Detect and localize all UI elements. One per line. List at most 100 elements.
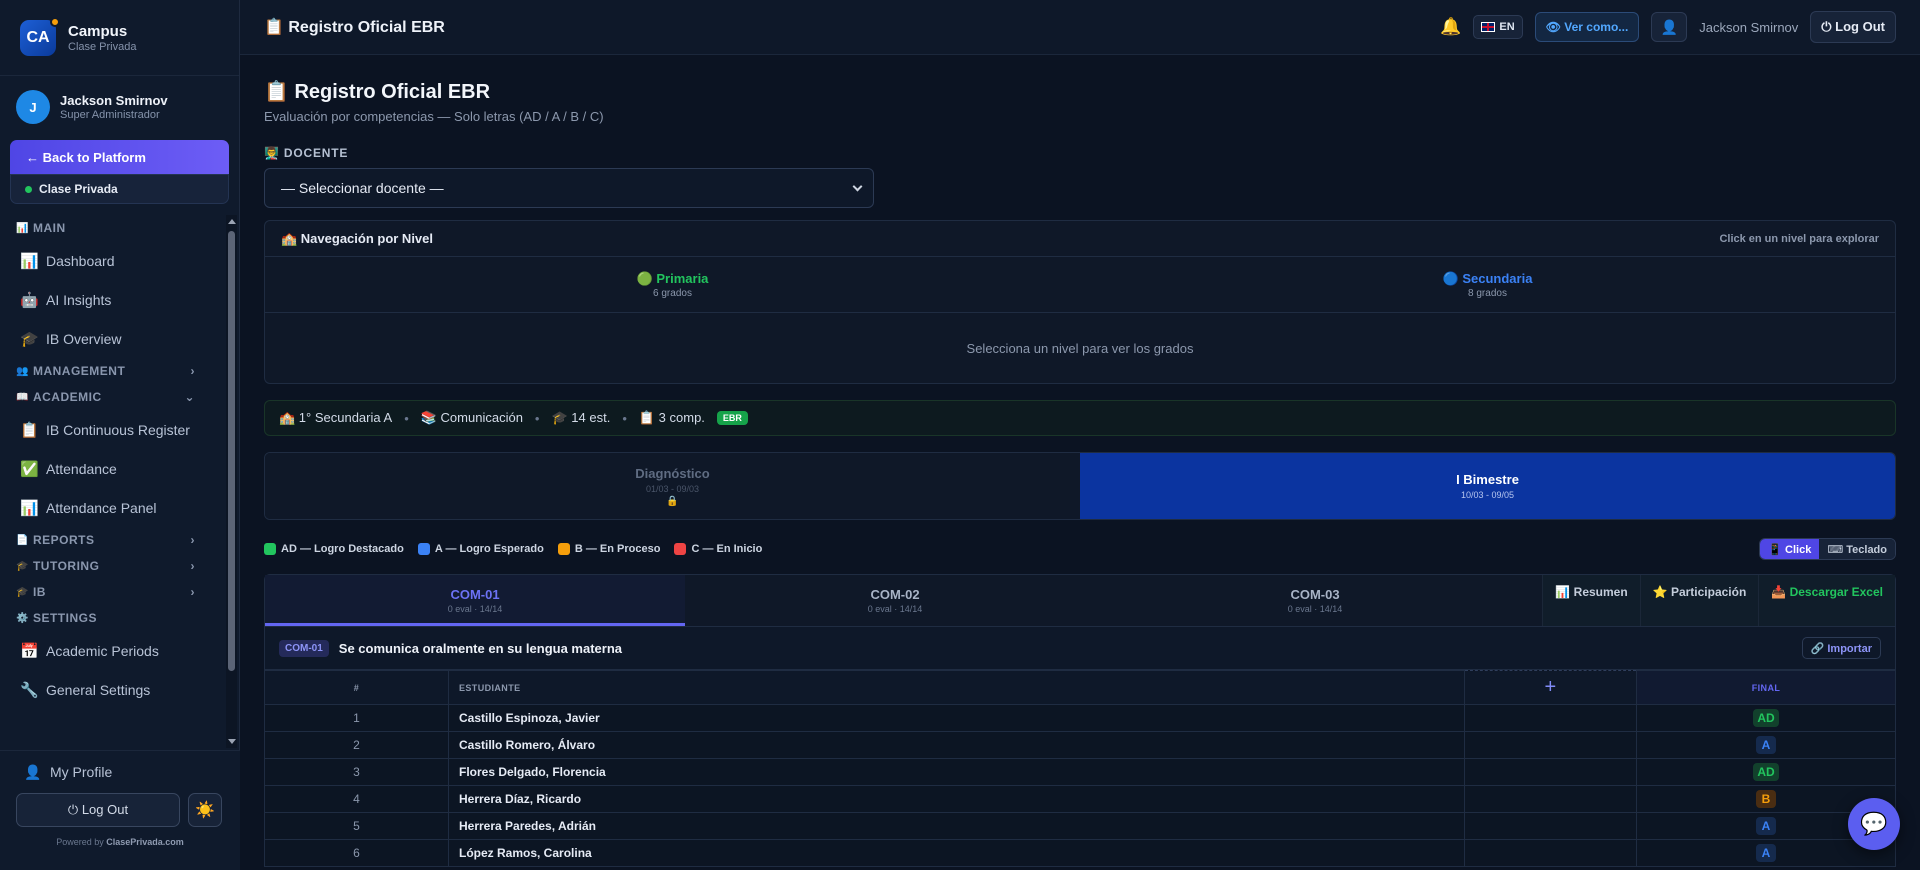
period-tab-1[interactable]: I Bimestre 10/03 - 09/05: [1080, 453, 1895, 519]
resumen-button[interactable]: 📊 Resumen: [1542, 575, 1640, 626]
sidebar-item-general-settings[interactable]: 🔧 General Settings: [0, 670, 225, 709]
add-evaluation-button[interactable]: +: [1464, 670, 1637, 705]
legend-label: B — En Proceso: [574, 543, 661, 555]
my-profile-label: My Profile: [50, 764, 113, 780]
evaluation-cell[interactable]: [1464, 785, 1637, 813]
tab-com-03[interactable]: COM-03 0 eval · 14/14: [1105, 575, 1525, 626]
input-mode-toggle: 📱 Click ⌨ Teclado: [1759, 538, 1896, 560]
section-icon: 📊: [16, 222, 29, 234]
nav-item-icon: 🔧: [20, 681, 39, 699]
scroll-up-arrow[interactable]: [228, 219, 236, 224]
sidebar-logout-button[interactable]: ⏻ Log Out: [16, 793, 180, 827]
my-profile-link[interactable]: 👤 My Profile: [0, 751, 240, 793]
tenant-indicator[interactable]: Clase Privada: [10, 174, 229, 204]
page-subtitle: Evaluación por competencias — Solo letra…: [264, 109, 604, 124]
nav-item-icon: ✅: [20, 460, 39, 478]
grade-badge: A: [1756, 844, 1776, 862]
import-button[interactable]: 🔗 Importar: [1801, 637, 1881, 659]
table-row: 4 Herrera Díaz, Ricardo B: [264, 785, 1896, 813]
scroll-thumb[interactable]: [228, 231, 235, 671]
chevron-down-icon: [852, 181, 863, 191]
sidebar: CA Campus Clase Privada J Jackson Smirno…: [0, 0, 240, 870]
bell-icon[interactable]: 🔔: [1440, 17, 1461, 37]
evaluation-cell[interactable]: [1464, 758, 1637, 786]
keyboard-mode-button[interactable]: ⌨ Teclado: [1819, 539, 1895, 559]
nav-item-label: AI Insights: [46, 291, 112, 308]
sidebar-item-attendance-panel[interactable]: 📊 Attendance Panel: [0, 488, 225, 527]
sidebar-nav: 📊 MAIN 📊 Dashboard 🤖 AI Insights 🎓 IB Overview 👥…: [0, 215, 225, 748]
nivel-grados: 8 grados: [1468, 287, 1507, 299]
powered-brand[interactable]: ClasePrivada.com: [106, 837, 184, 847]
nav-section-label: MAIN: [32, 221, 66, 235]
nav-item-icon: 📊: [20, 499, 39, 517]
student-name: Castillo Espinoza, Javier: [448, 704, 1465, 732]
student-name: Herrera Díaz, Ricardo: [448, 785, 1465, 813]
table-row: 3 Flores Delgado, Florencia AD: [264, 758, 1896, 786]
period-tab-0[interactable]: Diagnóstico 01/03 - 09/03 🔒: [265, 453, 1080, 519]
profile-button[interactable]: 👤: [1651, 12, 1688, 42]
nav-section-settings[interactable]: ⚙️ SETTINGS: [0, 605, 225, 631]
sidebar-item-ib-overview[interactable]: 🎓 IB Overview: [0, 319, 225, 358]
tab-code: COM-01: [450, 587, 500, 602]
chat-button[interactable]: 💬: [1848, 798, 1900, 850]
back-to-platform-button[interactable]: ← Back to Platform: [10, 140, 229, 174]
topbar-logout-button[interactable]: ⏻ Log Out: [1810, 11, 1896, 43]
participacion-button[interactable]: ⭐ Participación: [1639, 575, 1759, 626]
evaluation-cell[interactable]: [1464, 704, 1637, 732]
row-number: 6: [264, 839, 449, 867]
language-switcher[interactable]: EN: [1473, 15, 1523, 39]
evaluation-cell[interactable]: [1464, 839, 1637, 867]
nav-section-label-wrap: 👥 MANAGEMENT: [16, 364, 125, 378]
nivel-option-0[interactable]: 🟢 Primaria 6 grados: [265, 257, 1080, 312]
tab-com-01[interactable]: COM-01 0 eval · 14/14: [265, 575, 685, 626]
section-icon: 🎓: [16, 586, 29, 598]
scroll-down-arrow[interactable]: [228, 739, 236, 744]
nav-section-main[interactable]: 📊 MAIN: [0, 215, 225, 241]
powered-by: Powered by ClasePrivada.com: [0, 837, 240, 847]
nav-section-academic[interactable]: 📖 ACADEMIC ⌄: [0, 384, 225, 410]
tab-com-02[interactable]: COM-02 0 eval · 14/14: [685, 575, 1105, 626]
brand[interactable]: CA Campus Clase Privada: [0, 0, 239, 76]
sidebar-item-dashboard[interactable]: 📊 Dashboard: [0, 241, 225, 280]
chevron-icon: ›: [190, 559, 195, 573]
nivel-option-1[interactable]: 🔵 Secundaria 8 grados: [1080, 257, 1895, 312]
section-icon: ⚙️: [16, 612, 29, 624]
sidebar-user[interactable]: J Jackson Smirnov Super Administrador: [0, 76, 239, 136]
brand-name: Campus: [68, 22, 128, 40]
theme-toggle-button[interactable]: ☀️: [188, 793, 222, 827]
legend-item: AD — Logro Destacado: [264, 543, 404, 555]
sidebar-scrollbar[interactable]: [226, 215, 237, 748]
period-name: I Bimestre: [1456, 472, 1519, 487]
nav-section-ib[interactable]: 🎓 IB ›: [0, 579, 225, 605]
user-icon: 👤: [24, 763, 42, 780]
sidebar-item-ib-continuous-register[interactable]: 📋 IB Continuous Register: [0, 410, 225, 449]
powered-prefix: Powered by: [56, 837, 107, 847]
sidebar-item-attendance[interactable]: ✅ Attendance: [0, 449, 225, 488]
nav-section-reports[interactable]: 📄 REPORTS ›: [0, 527, 225, 553]
click-mode-button[interactable]: 📱 Click: [1760, 539, 1820, 559]
language-code: EN: [1499, 21, 1515, 33]
tab-sub: 0 eval · 14/14: [447, 604, 503, 614]
nivel-name: 🟢 Primaria: [636, 270, 709, 286]
grades-table: # ESTUDIANTE + FINAL 1 Castillo Espinoza,…: [264, 670, 1896, 867]
evaluation-cell[interactable]: [1464, 731, 1637, 759]
sidebar-item-ai-insights[interactable]: 🤖 AI Insights: [0, 280, 225, 319]
final-grade-cell: AD: [1636, 704, 1896, 732]
view-as-button[interactable]: 👁 Ver como...: [1534, 12, 1640, 42]
nav-section-tutoring[interactable]: 🎓 TUTORING ›: [0, 553, 225, 579]
info-students: 🎓 14 est.: [551, 410, 611, 425]
docente-select[interactable]: — Seleccionar docente —: [264, 168, 874, 208]
status-dot: [25, 185, 32, 193]
legend-swatch: [417, 543, 430, 555]
sidebar-item-academic-periods[interactable]: 📅 Academic Periods: [0, 631, 225, 670]
evaluation-cell[interactable]: [1464, 812, 1637, 840]
topbar-title: 📋 Registro Oficial EBR: [264, 19, 445, 36]
nav-section-label: IB: [32, 585, 46, 599]
download-excel-button[interactable]: 📥 Descargar Excel: [1758, 575, 1895, 626]
separator: •: [534, 410, 540, 426]
nav-section-management[interactable]: 👥 MANAGEMENT ›: [0, 358, 225, 384]
nav-item-label: IB Continuous Register: [46, 421, 190, 438]
separator: •: [404, 410, 409, 426]
nav-item-label: IB Overview: [46, 330, 122, 347]
lock-icon: 🔒: [666, 495, 679, 507]
